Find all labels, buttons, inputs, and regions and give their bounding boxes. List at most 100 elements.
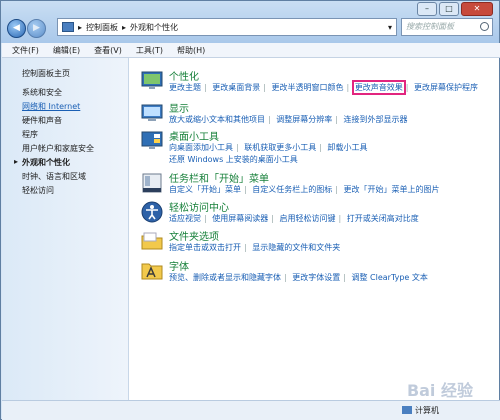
link-show-hidden-files[interactable]: 显示隐藏的文件和文件夹 (252, 243, 340, 252)
category-links: 自定义「开始」菜单 | 自定义任务栏上的图标 | 更改「开始」菜单上的图片 (169, 184, 497, 196)
control-panel-icon (62, 22, 74, 32)
separator: | (343, 273, 346, 282)
main-content: 个性化 更改主题 | 更改桌面背景 | 更改半透明窗口颜色 | 更改声音效果 | 更改屏… (129, 58, 499, 400)
status-bar: 计算机 (2, 400, 500, 420)
link-high-contrast[interactable]: 打开或关闭高对比度 (347, 214, 419, 223)
menu-view[interactable]: 查看(V) (94, 43, 122, 57)
category-links: 放大或缩小文本和其他项目 | 调整屏幕分辨率 | 连接到外部显示器 (169, 114, 497, 126)
category-links: 更改主题 | 更改桌面背景 | 更改半透明窗口颜色 | 更改声音效果 | 更改屏幕保护程… (169, 80, 497, 95)
link-restore-gadgets[interactable]: 还原 Windows 上安装的桌面小工具 (169, 155, 298, 164)
address-bar[interactable]: ▸ 控制面板 ▸ 外观和个性化 ▾ (57, 18, 397, 36)
link-window-color[interactable]: 更改半透明窗口颜色 (272, 83, 344, 92)
link-change-background[interactable]: 更改桌面背景 (212, 83, 260, 92)
fonts-icon (141, 263, 163, 280)
separator: | (271, 214, 274, 223)
address-sep-icon: ▸ (122, 22, 127, 32)
display-icon (141, 104, 163, 121)
separator: | (244, 185, 247, 194)
folder-icon (141, 232, 163, 250)
separator: | (236, 143, 239, 152)
menu-help[interactable]: 帮助(H) (177, 43, 205, 57)
title-bar: – □ ✕ ◀ ▶ ▸ 控制面板 ▸ 外观和个性化 ▾ 搜索控制面板 (1, 1, 499, 43)
link-change-theme[interactable]: 更改主题 (169, 83, 201, 92)
link-external-display[interactable]: 连接到外部显示器 (344, 115, 408, 124)
watermark: Bai 经验 (406, 381, 473, 400)
address-dropdown-icon[interactable]: ▾ (388, 23, 396, 32)
link-get-more-gadgets[interactable]: 联机获取更多小工具 (244, 143, 316, 152)
search-icon (480, 22, 489, 31)
sidebar-item-programs[interactable]: 程序 (22, 129, 38, 140)
category-title[interactable]: 个性化 (169, 68, 199, 83)
sidebar-item-appearance[interactable]: 外观和个性化 (14, 157, 70, 168)
menu-file[interactable]: 文件(F) (12, 43, 39, 57)
category-title[interactable]: 字体 (169, 258, 189, 273)
address-sep-icon: ▸ (78, 22, 83, 32)
window-controls: – □ ✕ (417, 2, 493, 16)
sidebar-item-hardware[interactable]: 硬件和声音 (22, 115, 62, 126)
sidebar-item-users[interactable]: 用户帐户和家庭安全 (22, 143, 94, 154)
link-screen-reader[interactable]: 使用屏幕阅读器 (212, 214, 268, 223)
link-taskbar-icons[interactable]: 自定义任务栏上的图标 (252, 185, 332, 194)
separator: | (346, 83, 350, 92)
link-text-size[interactable]: 放大或缩小文本和其他项目 (169, 115, 265, 124)
search-placeholder: 搜索控制面板 (406, 22, 454, 31)
personalization-icon (141, 71, 163, 89)
search-input[interactable]: 搜索控制面板 (401, 18, 493, 36)
sidebar: 控制面板主页 系统和安全 网络和 Internet 硬件和声音 程序 用户帐户和… (2, 58, 129, 400)
status-location: 计算机 (415, 406, 439, 415)
link-access-keys[interactable]: 启用轻松访问键 (280, 214, 336, 223)
separator: | (338, 214, 342, 223)
breadcrumb-control-panel[interactable]: 控制面板 (86, 22, 118, 33)
minimize-button[interactable]: – (417, 2, 437, 16)
separator: | (244, 243, 247, 252)
menu-tools[interactable]: 工具(T) (136, 43, 163, 57)
accessibility-icon (141, 201, 163, 223)
link-single-double-click[interactable]: 指定单击或双击打开 (169, 243, 241, 252)
separator: | (204, 83, 207, 92)
link-screensaver[interactable]: 更改屏幕保护程序 (414, 83, 478, 92)
separator: | (284, 273, 287, 282)
control-panel-window: – □ ✕ ◀ ▶ ▸ 控制面板 ▸ 外观和个性化 ▾ 搜索控制面板 文件(F)… (0, 0, 500, 420)
link-add-gadgets[interactable]: 向桌面添加小工具 (169, 143, 233, 152)
link-preview-fonts[interactable]: 预览、删除或者显示和隐藏字体 (169, 273, 281, 282)
gadgets-icon (141, 131, 163, 149)
separator: | (335, 185, 338, 194)
category-title[interactable]: 轻松访问中心 (169, 199, 229, 214)
menu-edit[interactable]: 编辑(E) (53, 43, 80, 57)
separator: | (204, 214, 207, 223)
category-title[interactable]: 文件夹选项 (169, 228, 219, 243)
link-uninstall-gadget[interactable]: 卸载小工具 (328, 143, 368, 152)
category-title[interactable]: 显示 (169, 100, 189, 115)
category-title[interactable]: 任务栏和「开始」菜单 (169, 170, 269, 185)
forward-button[interactable]: ▶ (27, 19, 46, 38)
link-customize-start[interactable]: 自定义「开始」菜单 (169, 185, 241, 194)
sidebar-item-network[interactable]: 网络和 Internet (22, 101, 80, 112)
link-optimize-visual[interactable]: 适应视觉 (169, 214, 201, 223)
category-links: 指定单击或双击打开 | 显示隐藏的文件和文件夹 (169, 242, 497, 254)
sidebar-item-security[interactable]: 系统和安全 (22, 87, 62, 98)
separator: | (405, 83, 409, 92)
computer-icon (402, 406, 412, 414)
link-cleartype[interactable]: 调整 ClearType 文本 (352, 273, 428, 282)
sidebar-item-accessibility[interactable]: 轻松访问 (22, 185, 54, 196)
separator: | (319, 143, 322, 152)
category-links: 适应视觉 | 使用屏幕阅读器 | 启用轻松访问键 | 打开或关闭高对比度 (169, 213, 497, 225)
sidebar-item-clock[interactable]: 时钟、语言和区域 (22, 171, 86, 182)
link-resolution[interactable]: 调整屏幕分辨率 (276, 115, 332, 124)
link-start-picture[interactable]: 更改「开始」菜单上的图片 (344, 185, 440, 194)
link-change-sounds[interactable]: 更改声音效果 (351, 80, 406, 95)
link-font-settings[interactable]: 更改字体设置 (292, 273, 340, 282)
separator: | (268, 115, 271, 124)
close-button[interactable]: ✕ (461, 2, 493, 16)
category-title[interactable]: 桌面小工具 (169, 128, 219, 143)
back-button[interactable]: ◀ (7, 19, 26, 38)
separator: | (335, 115, 338, 124)
sidebar-item-home[interactable]: 控制面板主页 (22, 68, 70, 79)
breadcrumb-appearance[interactable]: 外观和个性化 (130, 22, 178, 33)
separator: | (263, 83, 266, 92)
category-links: 向桌面添加小工具 | 联机获取更多小工具 | 卸载小工具 还原 Windows 上安… (169, 142, 497, 166)
menu-bar: 文件(F) 编辑(E) 查看(V) 工具(T) 帮助(H) (2, 43, 500, 58)
maximize-button[interactable]: □ (439, 2, 459, 16)
taskbar-icon (142, 173, 162, 193)
category-links: 预览、删除或者显示和隐藏字体 | 更改字体设置 | 调整 ClearType 文本 (169, 272, 497, 284)
